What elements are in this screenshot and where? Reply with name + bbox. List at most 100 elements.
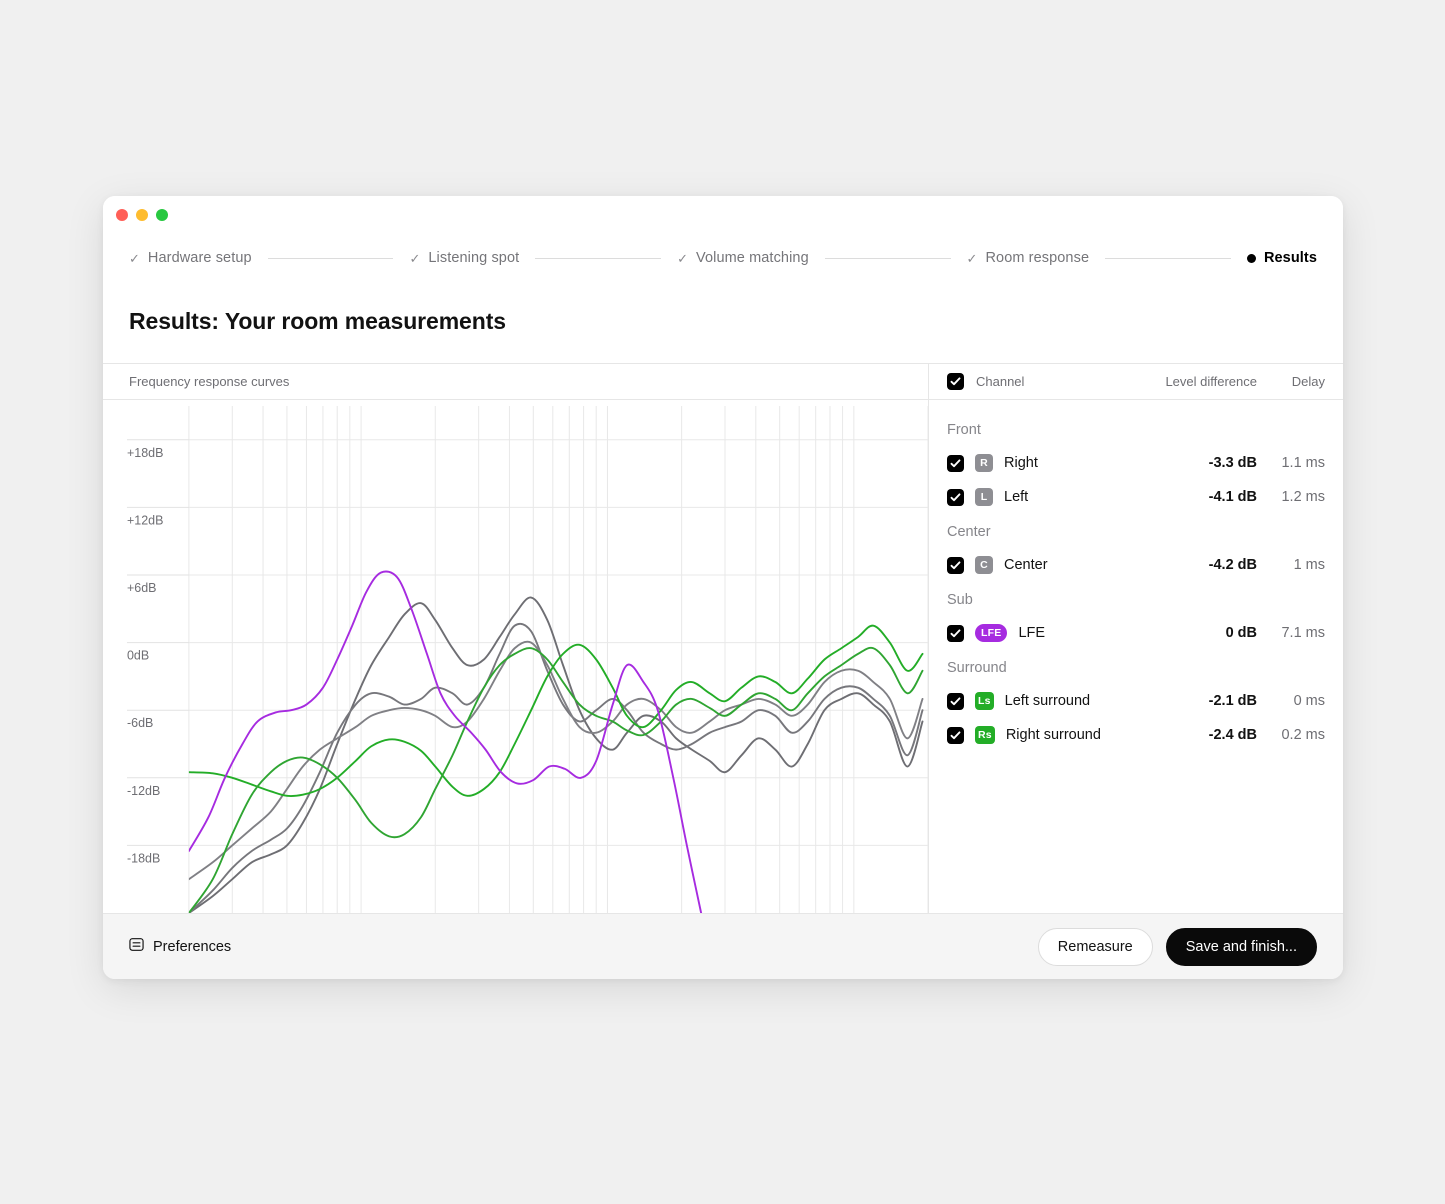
channel-delay: 1.2 ms [1257, 489, 1325, 505]
check-icon: ✓ [129, 252, 140, 265]
channel-name: Center [1004, 557, 1048, 573]
wizard-stepper: ✓ Hardware setup ✓ Listening spot ✓ Volu… [103, 236, 1343, 280]
chart-ytick-label: -12dB [127, 784, 160, 798]
app-window: ✓ Hardware setup ✓ Listening spot ✓ Volu… [103, 196, 1343, 979]
chart-series-line [189, 648, 923, 913]
frequency-response-chart: +18dB +12dB +6dB 0dB -6dB -12dB -18dB [103, 400, 928, 913]
step-label: Room response [985, 250, 1089, 266]
table-row[interactable]: LFE LFE 0 dB7.1 ms [947, 616, 1325, 650]
chart-series-line [189, 624, 923, 913]
step-connector [1105, 258, 1231, 259]
channel-group-label: Front [947, 412, 1325, 446]
channel-delay: 0.2 ms [1257, 727, 1325, 743]
channel-badge-icon: C [975, 556, 993, 574]
row-channel-cell: LFE LFE [947, 624, 1137, 642]
channel-delay: 1 ms [1257, 557, 1325, 573]
footer-bar: Preferences Remeasure Save and finish... [103, 913, 1343, 979]
chart-ytick-label: +12dB [127, 513, 163, 527]
channel-group-label: Surround [947, 650, 1325, 684]
column-header-level-difference: Level difference [1137, 374, 1257, 389]
step-connector [825, 258, 951, 259]
minimize-icon[interactable] [136, 209, 148, 221]
channel-badge-icon: Rs [975, 726, 995, 744]
channel-level-difference: -2.1 dB [1137, 693, 1257, 709]
channel-group-label: Center [947, 514, 1325, 548]
channel-table-header: Channel Level difference Delay [929, 364, 1343, 400]
channel-checkbox[interactable] [947, 557, 964, 574]
channel-checkbox[interactable] [947, 625, 964, 642]
chart-series-line [189, 642, 923, 880]
channel-group-label: Sub [947, 582, 1325, 616]
table-row[interactable]: Ls Left surround -2.1 dB0 ms [947, 684, 1325, 718]
select-all-checkbox[interactable] [947, 373, 964, 390]
preferences-label: Preferences [153, 939, 231, 955]
channel-checkbox[interactable] [947, 727, 964, 744]
table-row[interactable]: R Right -3.3 dB1.1 ms [947, 446, 1325, 480]
chart-series-group [189, 571, 923, 913]
page-header: Results: Your room measurements [103, 280, 1343, 364]
channel-name: Right [1004, 455, 1038, 471]
chart-ytick-label: +18dB [127, 446, 163, 460]
channel-checkbox[interactable] [947, 489, 964, 506]
channel-name: LFE [1018, 625, 1045, 641]
column-header-delay: Delay [1257, 374, 1325, 389]
chart-ytick-label: -18dB [127, 851, 160, 865]
check-icon: ✓ [677, 252, 688, 265]
table-row[interactable]: L Left -4.1 dB1.2 ms [947, 480, 1325, 514]
channel-checkbox[interactable] [947, 455, 964, 472]
step-label: Listening spot [428, 250, 519, 266]
remeasure-button[interactable]: Remeasure [1038, 928, 1153, 966]
close-icon[interactable] [116, 209, 128, 221]
chart-panel: Frequency response curves +18dB +12dB +6dB… [103, 364, 929, 913]
chart-plot-area: +18dB +12dB +6dB 0dB -6dB -12dB -18dB [103, 400, 928, 913]
traffic-lights [116, 209, 168, 221]
channel-level-difference: -4.1 dB [1137, 489, 1257, 505]
step-label: Results [1264, 250, 1317, 266]
channel-level-difference: -3.3 dB [1137, 455, 1257, 471]
save-and-finish-button[interactable]: Save and finish... [1166, 928, 1317, 966]
header-channel-cell: Channel [947, 373, 1137, 390]
channel-name: Right surround [1006, 727, 1101, 743]
step-listening-spot[interactable]: ✓ Listening spot [409, 250, 519, 266]
channel-badge-icon: L [975, 488, 993, 506]
channel-badge-icon: LFE [975, 624, 1007, 642]
channel-level-difference: 0 dB [1137, 625, 1257, 641]
channel-level-difference: -2.4 dB [1137, 727, 1257, 743]
step-hardware-setup[interactable]: ✓ Hardware setup [129, 250, 252, 266]
step-connector [268, 258, 394, 259]
chart-title: Frequency response curves [129, 374, 289, 389]
list-settings-icon [129, 937, 144, 957]
step-volume-matching[interactable]: ✓ Volume matching [677, 250, 809, 266]
chart-ytick-label: -6dB [127, 716, 153, 730]
step-results[interactable]: Results [1247, 250, 1317, 266]
window-titlebar [103, 196, 1343, 236]
channel-checkbox[interactable] [947, 693, 964, 710]
chart-series-line [189, 571, 701, 913]
channel-name: Left surround [1005, 693, 1090, 709]
step-label: Volume matching [696, 250, 809, 266]
row-channel-cell: L Left [947, 488, 1137, 506]
channel-delay: 1.1 ms [1257, 455, 1325, 471]
channel-badge-icon: R [975, 454, 993, 472]
step-room-response[interactable]: ✓ Room response [967, 250, 1090, 266]
current-step-dot-icon [1247, 254, 1256, 263]
page-title: Results: Your room measurements [129, 308, 506, 335]
row-channel-cell: C Center [947, 556, 1137, 574]
channel-table-panel: Channel Level difference Delay Front R Rig… [929, 364, 1343, 913]
row-channel-cell: R Right [947, 454, 1137, 472]
chart-ytick-label: +6dB [127, 581, 156, 595]
channel-badge-icon: Ls [975, 692, 994, 710]
chart-ytick-label: 0dB [127, 649, 149, 663]
check-icon: ✓ [967, 252, 978, 265]
step-label: Hardware setup [148, 250, 252, 266]
table-row[interactable]: CCenter-4.2 dB1 ms [947, 548, 1325, 582]
channel-name: Left [1004, 489, 1028, 505]
preferences-button[interactable]: Preferences [129, 937, 231, 957]
step-connector [535, 258, 661, 259]
table-row[interactable]: Rs Right surround -2.4 dB0.2 ms [947, 718, 1325, 752]
chart-header: Frequency response curves [103, 364, 928, 400]
channel-delay: 0 ms [1257, 693, 1325, 709]
content-area: Frequency response curves +18dB +12dB +6dB… [103, 364, 1343, 913]
zoom-icon[interactable] [156, 209, 168, 221]
channel-delay: 7.1 ms [1257, 625, 1325, 641]
